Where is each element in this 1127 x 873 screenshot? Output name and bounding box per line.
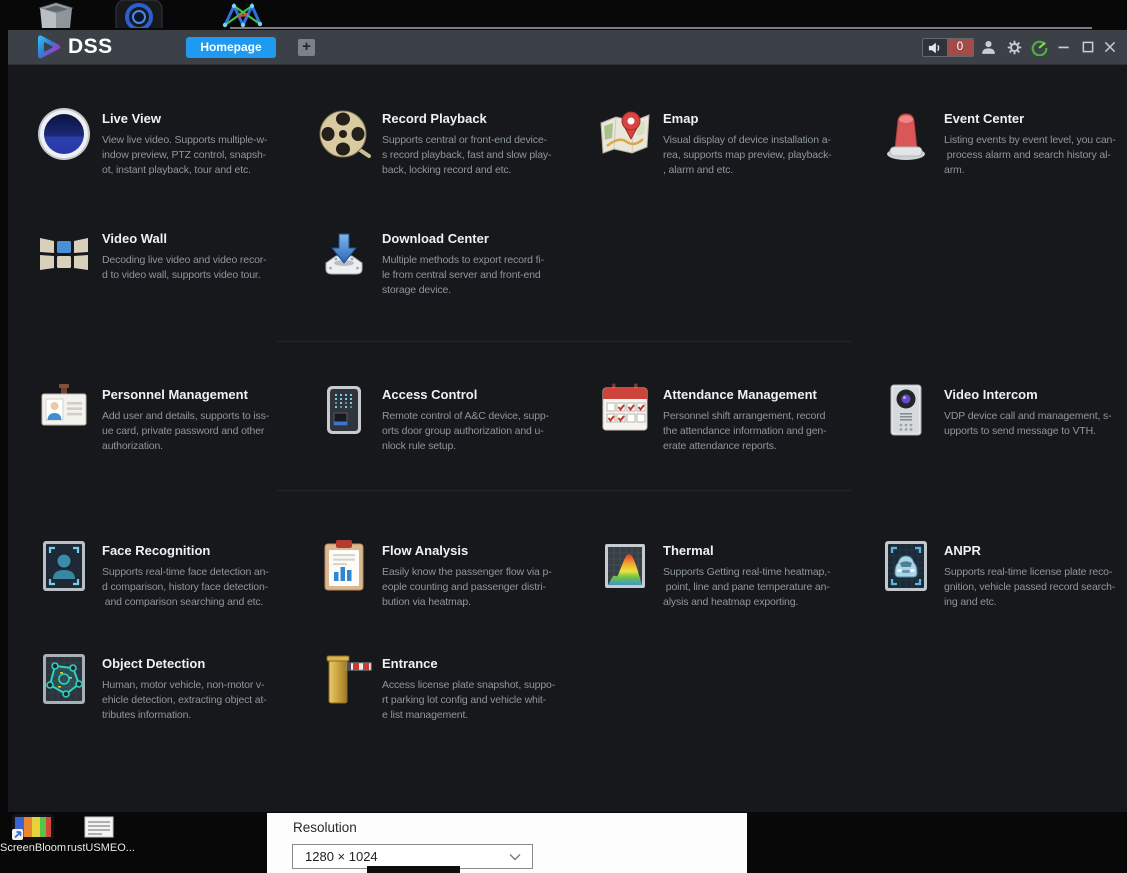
module-tile-flow-analysis[interactable]: Flow Analysis Easily know the passenger … [316,538,582,610]
network-status-icon[interactable] [1029,37,1049,57]
module-desc: Supports central or front-end device- s … [382,134,552,176]
module-desc: Visual display of device installation a-… [663,134,832,176]
module-desc: Human, motor vehicle, non-motor v- ehicl… [102,679,267,721]
gear-icon[interactable] [1004,37,1024,57]
flow-analysis-icon [316,538,372,594]
module-tile-event-center[interactable]: Event Center Listing events by event lev… [878,106,1127,178]
module-title: ANPR [944,543,981,558]
add-tab-button[interactable]: + [298,39,315,56]
alarm-indicator[interactable]: 0 [922,38,974,57]
access-control-icon [316,382,372,438]
resolution-label: Resolution [293,820,357,835]
dss-window: DSS Homepage + 0 Live View View live vid… [8,30,1127,812]
module-desc: Add user and details, supports to iss- u… [102,410,270,452]
logo-text: DSS [68,35,113,58]
module-title: Live View [102,111,162,126]
module-desc: Supports real-time face detection an- d … [102,566,269,608]
download-center-icon [316,226,372,282]
minimize-button[interactable] [1054,37,1074,57]
module-tile-thermal[interactable]: Thermal Supports Getting real-time heatm… [597,538,863,610]
object-detection-icon [36,651,92,707]
module-desc: VDP device call and management, s- uppor… [944,410,1112,437]
screenbloom-label: ScreenBloom [0,842,67,854]
module-tile-attendance-management[interactable]: Attendance Management Personnel shift ar… [597,382,863,454]
screen: DSS Homepage + 0 Live View View live vid… [0,0,1127,873]
emap-icon [597,106,653,162]
module-title: Object Detection [102,656,206,671]
module-tile-download-center[interactable]: Download Center Multiple methods to expo… [316,226,582,298]
chevron-down-icon [509,848,521,866]
module-tile-emap[interactable]: Emap Visual display of device installati… [597,106,863,178]
module-tile-access-control[interactable]: Access Control Remote control of A&C dev… [316,382,582,454]
entrance-icon [316,651,372,707]
camera-app-icon[interactable] [114,0,164,43]
module-title: Access Control [382,387,478,402]
alarm-count-badge: 0 [947,39,973,56]
module-desc: Personnel shift arrangement, record the … [663,410,827,452]
module-title: Personnel Management [102,387,248,402]
module-title: Entrance [382,656,438,671]
module-desc: Remote control of A&C device, supp- orts… [382,410,549,452]
maximize-button[interactable] [1078,37,1098,57]
module-tile-anpr[interactable]: ANPR Supports real-time license plate re… [878,538,1127,610]
module-desc: Supports real-time license plate reco- g… [944,566,1116,608]
module-desc: Listing events by event level, you can- … [944,134,1116,176]
dss-logo: DSS [36,34,113,60]
module-title: Record Playback [382,111,487,126]
recycle-bin-icon[interactable] [32,0,80,33]
dss-logo-icon [38,35,61,59]
record-playback-icon [316,106,372,162]
speaker-icon [923,39,947,56]
module-tile-live-view[interactable]: Live View View live video. Supports mult… [36,106,302,178]
thermal-icon [597,538,653,594]
rustusmeo-label: rustUSMEO... [67,842,135,854]
module-title: Download Center [382,231,489,246]
module-tile-personnel-management[interactable]: Personnel Management Add user and detail… [36,382,302,454]
attendance-management-icon [597,382,653,438]
resolution-panel: Resolution 1280 × 1024 [267,813,747,873]
group-divider [277,490,852,491]
module-tile-video-intercom[interactable]: Video Intercom VDP device call and manag… [878,382,1127,439]
module-desc: Supports Getting real-time heatmap,- poi… [663,566,831,608]
group-divider [277,341,852,342]
module-tile-record-playback[interactable]: Record Playback Supports central or fron… [316,106,582,178]
module-title: Face Recognition [102,543,211,558]
titlebar: DSS Homepage + 0 [8,30,1127,65]
event-center-icon [878,106,934,162]
rustusmeo-shortcut[interactable] [84,816,114,843]
module-desc: Decoding live video and video recor- d t… [102,254,267,281]
module-tile-entrance[interactable]: Entrance Access license plate snapshot, … [316,651,582,723]
module-title: Event Center [944,111,1025,126]
resolution-value: 1280 × 1024 [305,849,378,864]
face-recognition-icon [36,538,92,594]
user-icon[interactable] [978,37,998,57]
module-tile-object-detection[interactable]: Object Detection Human, motor vehicle, n… [36,651,302,723]
window-top-edge [230,27,1092,29]
module-title: Attendance Management [663,387,817,402]
module-title: Emap [663,111,699,126]
module-desc: Access license plate snapshot, suppo- rt… [382,679,556,721]
module-title: Video Intercom [944,387,1038,402]
module-desc: View live video. Supports multiple-w- in… [102,134,268,176]
live-view-icon [36,106,92,162]
module-desc: Multiple methods to export record fi- le… [382,254,544,296]
module-tile-face-recognition[interactable]: Face Recognition Supports real-time face… [36,538,302,610]
tab-homepage[interactable]: Homepage [186,37,276,58]
module-desc: Easily know the passenger flow via p- eo… [382,566,552,608]
anpr-icon [878,538,934,594]
video-wall-icon [36,226,92,282]
module-title: Flow Analysis [382,543,469,558]
bottom-window-edge [367,866,460,873]
module-title: Video Wall [102,231,168,246]
module-tile-video-wall[interactable]: Video Wall Decoding live video and video… [36,226,302,283]
close-button[interactable] [1100,37,1120,57]
video-intercom-icon [878,382,934,438]
module-title: Thermal [663,543,714,558]
personnel-management-icon [36,382,92,438]
